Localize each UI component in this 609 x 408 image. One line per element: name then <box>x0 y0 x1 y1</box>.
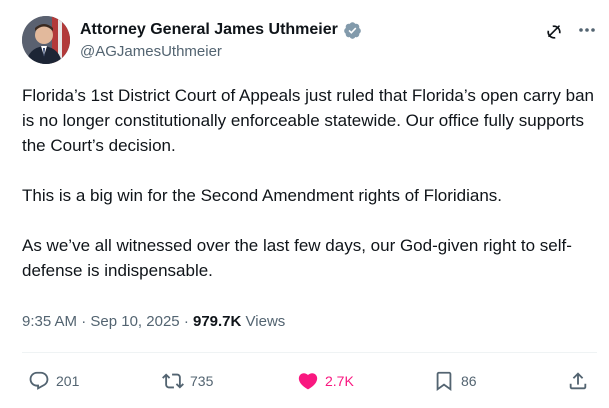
verified-badge-icon <box>343 21 362 40</box>
post-paragraph: As we’ve all witnessed over the last few… <box>22 236 572 280</box>
share-button[interactable] <box>567 369 589 393</box>
reply-button[interactable]: 201 <box>28 369 79 393</box>
post-paragraph: This is a big win for the Second Amendme… <box>22 186 503 205</box>
bookmark-icon <box>436 371 452 392</box>
share-icon <box>569 372 587 390</box>
views-label: Views <box>245 313 286 330</box>
like-count: 2.7K <box>325 373 354 389</box>
author-name[interactable]: Attorney General James Uthmeier <box>80 21 338 39</box>
grok-icon[interactable] <box>544 22 564 42</box>
reply-count: 201 <box>56 373 80 389</box>
bookmark-button[interactable]: 86 <box>433 369 477 393</box>
repost-button[interactable]: 735 <box>162 369 213 393</box>
divider <box>22 352 597 353</box>
like-button[interactable]: 2.7K <box>297 369 354 393</box>
reply-icon <box>29 371 49 390</box>
post-text: Florida’s 1st District Court of Appeals … <box>22 83 597 308</box>
post-meta: 9:35 AM · Sep 10, 2025 · 979.7K Views <box>22 313 285 330</box>
author-name-row[interactable]: Attorney General James Uthmeier <box>80 19 362 41</box>
post-date[interactable]: Sep 10, 2025 <box>90 313 179 330</box>
meta-separator: · <box>81 313 91 330</box>
more-icon[interactable] <box>576 19 598 41</box>
author-handle[interactable]: @AGJamesUthmeier <box>80 43 222 60</box>
heart-icon <box>298 373 318 390</box>
bookmark-count: 86 <box>461 373 477 389</box>
post-time[interactable]: 9:35 AM <box>22 313 77 330</box>
post-paragraph: Florida’s 1st District Court of Appeals … <box>22 86 594 155</box>
repost-icon <box>162 373 184 389</box>
meta-separator: · <box>183 313 193 330</box>
avatar[interactable] <box>22 16 70 64</box>
repost-count: 735 <box>190 373 214 389</box>
views-count: 979.7K <box>192 313 242 330</box>
